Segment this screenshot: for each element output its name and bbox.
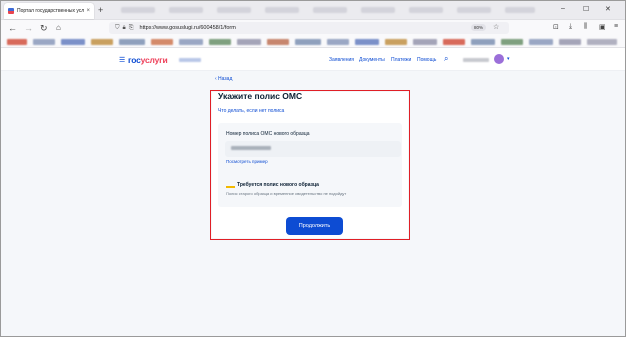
- back-link[interactable]: ‹ Назад: [215, 76, 232, 82]
- bookmark-item[interactable]: [7, 39, 27, 45]
- gosuslugi-favicon-icon: [8, 8, 14, 14]
- region-selector[interactable]: [179, 58, 201, 62]
- extension-icon[interactable]: ▣: [599, 23, 606, 31]
- bookmark-item[interactable]: [33, 39, 55, 45]
- tab-blurred[interactable]: [169, 7, 203, 13]
- bookmarks-bar: [1, 36, 625, 48]
- policy-number-label: Номер полиса ОМС нового образца: [226, 131, 310, 137]
- bookmark-item[interactable]: [443, 39, 465, 45]
- warning-marker: [226, 186, 235, 188]
- bookmark-item[interactable]: [267, 39, 289, 45]
- user-name[interactable]: [463, 58, 489, 62]
- forward-icon[interactable]: →: [24, 22, 33, 34]
- bookmark-item[interactable]: [119, 39, 145, 45]
- address-bar[interactable]: ⛉ 🔒︎ ⎘ https://www.gosuslugi.ru/600458/1…: [109, 22, 509, 34]
- no-policy-help-link[interactable]: Что делать, если нет полиса: [218, 108, 284, 114]
- star-icon[interactable]: ☆: [493, 23, 499, 31]
- view-example-link[interactable]: Посмотреть пример: [226, 159, 268, 164]
- bookmark-item[interactable]: [413, 39, 437, 45]
- bookmark-item[interactable]: [91, 39, 113, 45]
- back-icon[interactable]: ←: [8, 22, 17, 34]
- bookmark-item[interactable]: [209, 39, 231, 45]
- tab-blurred[interactable]: [217, 7, 251, 13]
- bookmark-item[interactable]: [587, 39, 617, 45]
- tab-close-icon[interactable]: ×: [86, 8, 90, 14]
- tab-strip: Портал государственных услуг × + – ☐ ✕: [1, 1, 625, 20]
- chevron-down-icon[interactable]: ▾: [507, 56, 510, 62]
- navigation-bar: ← → ↻ ⌂ ⛉ 🔒︎ ⎘ https://www.gosuslugi.ru/…: [1, 20, 625, 36]
- library-icon[interactable]: ⫼: [584, 23, 587, 31]
- search-icon[interactable]: ⌕: [444, 54, 448, 64]
- tab-blurred[interactable]: [505, 7, 535, 13]
- bookmark-item[interactable]: [61, 39, 85, 45]
- bookmark-item[interactable]: [501, 39, 523, 45]
- page-icon: ⎘: [128, 24, 134, 31]
- zoom-level[interactable]: 80%: [471, 24, 487, 31]
- bookmark-item[interactable]: [385, 39, 407, 45]
- tab-blurred[interactable]: [313, 7, 347, 13]
- warning-text: Полис старого образца и временное свидет…: [226, 191, 347, 196]
- menu-link-documents[interactable]: Документы: [359, 57, 385, 63]
- bookmark-item[interactable]: [559, 39, 581, 45]
- lock-icon[interactable]: 🔒︎: [123, 25, 126, 32]
- bookmark-item[interactable]: [151, 39, 173, 45]
- burger-menu-icon[interactable]: ☰: [119, 57, 125, 64]
- page-title: Укажите полис ОМС: [218, 91, 303, 101]
- menu-icon[interactable]: ≡: [614, 23, 618, 30]
- bookmark-item[interactable]: [355, 39, 379, 45]
- continue-button[interactable]: Продолжить: [286, 217, 343, 235]
- bookmark-item[interactable]: [327, 39, 349, 45]
- browser-window: Портал государственных услуг × + – ☐ ✕ ←…: [0, 0, 626, 337]
- tab-blurred[interactable]: [457, 7, 491, 13]
- gosuslugi-logo[interactable]: госуслуги: [128, 55, 168, 65]
- bookmark-item[interactable]: [237, 39, 261, 45]
- download-icon[interactable]: ⤓: [569, 23, 572, 31]
- bookmark-item[interactable]: [471, 39, 495, 45]
- warning-title: Требуется полис нового образца: [237, 182, 319, 188]
- tab-blurred[interactable]: [409, 7, 443, 13]
- tab-blurred[interactable]: [361, 7, 395, 13]
- bookmark-item[interactable]: [179, 39, 203, 45]
- site-header: ☰ госуслуги Заявления Документы Платежи …: [1, 49, 625, 71]
- menu-link-applications[interactable]: Заявления: [329, 57, 354, 63]
- menu-link-payments[interactable]: Платежи: [391, 57, 411, 63]
- avatar[interactable]: [494, 54, 504, 64]
- tab-blurred[interactable]: [121, 7, 155, 13]
- new-tab-button[interactable]: +: [98, 4, 103, 16]
- policy-number-value: [231, 146, 271, 150]
- home-icon[interactable]: ⌂: [56, 22, 61, 34]
- shield-icon[interactable]: ⛉: [115, 25, 120, 32]
- tab-gosuslugi[interactable]: Портал государственных услуг ×: [4, 3, 94, 19]
- tab-blurred[interactable]: [265, 7, 299, 13]
- minimize-button[interactable]: –: [561, 5, 565, 12]
- bookmark-icon[interactable]: ⊡: [553, 23, 559, 31]
- reload-icon[interactable]: ↻: [40, 22, 48, 34]
- bookmark-item[interactable]: [295, 39, 321, 45]
- tab-title: Портал государственных услуг: [17, 8, 85, 14]
- bookmark-item[interactable]: [529, 39, 553, 45]
- maximize-button[interactable]: ☐: [583, 5, 589, 13]
- menu-link-help[interactable]: Помощь: [417, 57, 436, 63]
- url-text[interactable]: https://www.gosuslugi.ru/600458/1/form: [140, 25, 236, 31]
- close-window-button[interactable]: ✕: [605, 5, 611, 13]
